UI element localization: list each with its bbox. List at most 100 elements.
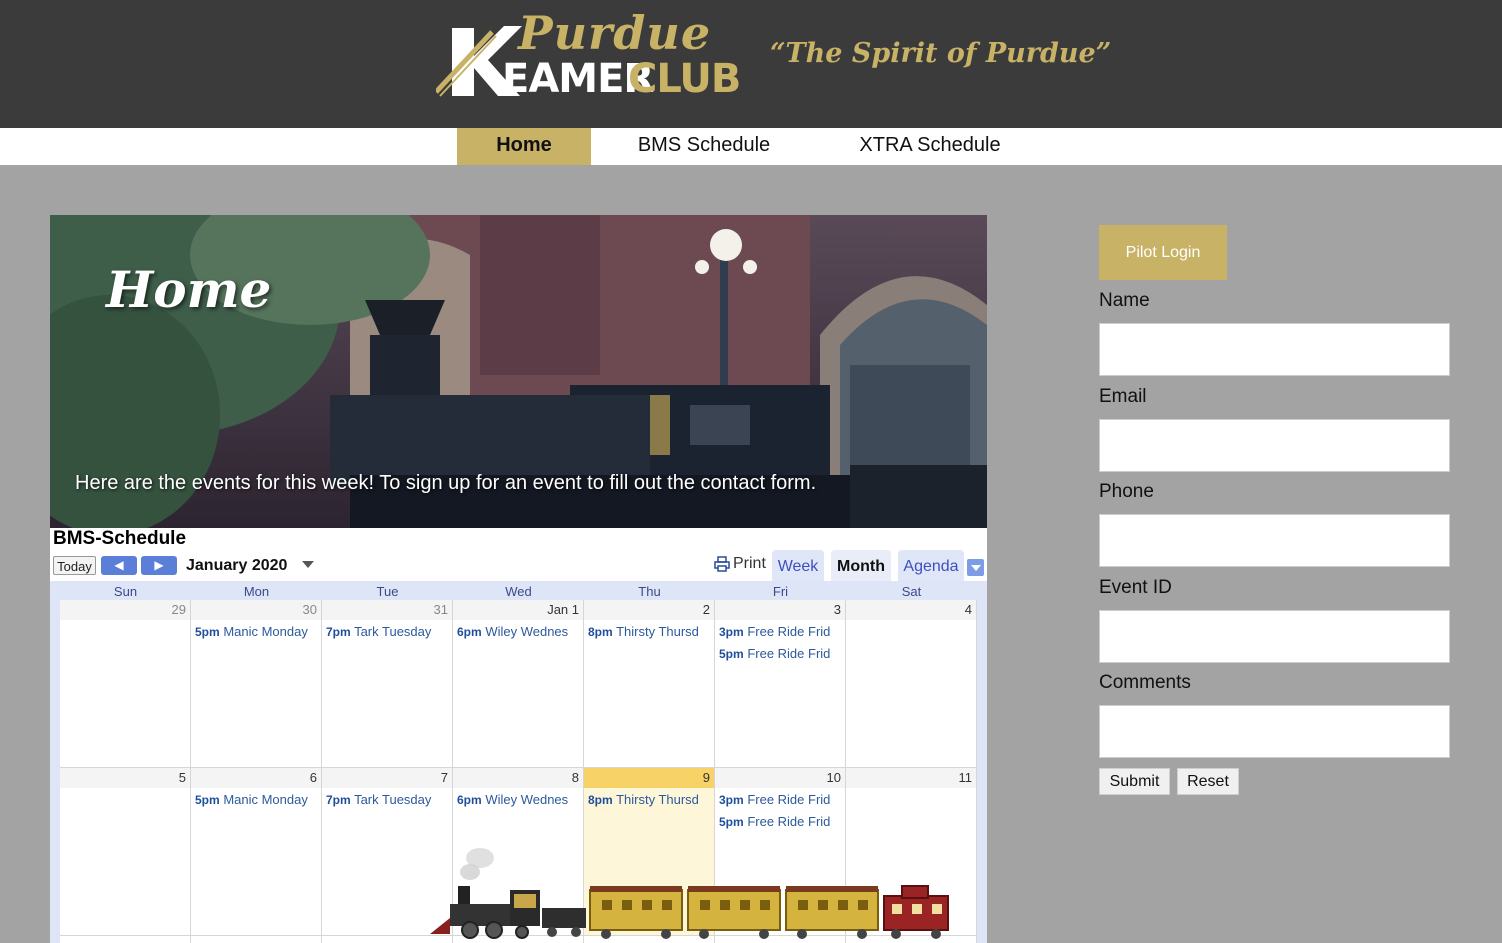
event-time: 3pm: [719, 625, 744, 639]
calendar-event[interactable]: 5pm Free Ride Frid: [719, 813, 843, 831]
day-number-bar: [715, 600, 845, 620]
today-button[interactable]: Today: [53, 556, 96, 575]
calendar-event[interactable]: 5pm Free Ride Frid: [719, 645, 843, 663]
day-number: 10: [826, 770, 841, 785]
event-time: 3pm: [719, 793, 744, 807]
day-of-week-header: Tue: [376, 584, 399, 599]
calendar-event[interactable]: 7pm Tark Tuesday: [326, 791, 450, 809]
phone-field[interactable]: [1099, 514, 1450, 567]
calendar-event[interactable]: 8pm Thirsty Thursd: [588, 623, 712, 641]
printer-icon: [714, 556, 730, 572]
pilot-login-button[interactable]: Pilot Login: [1099, 225, 1227, 280]
nav-item-bms-schedule[interactable]: BMS Schedule: [613, 128, 795, 165]
calendar-event[interactable]: 6pm Wiley Wednes: [457, 791, 581, 809]
calendar-event[interactable]: 3pm Free Ride Frid: [719, 791, 843, 809]
calendar-event[interactable]: 8pm Thirsty Thursd: [588, 791, 712, 809]
day-number-bar: [60, 600, 190, 620]
day-number-bar: [584, 768, 714, 788]
day-number-bar: [322, 768, 452, 788]
day-of-week-header: Fri: [772, 584, 789, 599]
calendar-day-cell[interactable]: 2 8pm Thirsty Thursd: [584, 600, 715, 768]
day-number-bar: [846, 768, 976, 788]
reset-button[interactable]: Reset: [1177, 768, 1239, 795]
calendar-event[interactable]: 7pm Tark Tuesday: [326, 623, 450, 641]
event-title: Free Ride Frid: [747, 792, 831, 807]
tab-week[interactable]: Week: [772, 550, 824, 581]
main-nav: Home BMS Schedule XTRA Schedule: [0, 128, 1502, 165]
hero-banner: Home Here are the events for this week! …: [50, 215, 987, 528]
calendar-day-cell[interactable]: 4: [846, 600, 977, 768]
phone-label: Phone: [1099, 481, 1154, 502]
calendar-day-cell[interactable]: Jan 1 6pm Wiley Wednes: [453, 600, 584, 768]
day-number-bar: [191, 768, 321, 788]
calendar-day-cell[interactable]: [191, 936, 322, 943]
name-field[interactable]: [1099, 323, 1450, 376]
name-label: Name: [1099, 290, 1150, 311]
nav-item-xtra-schedule[interactable]: XTRA Schedule: [832, 128, 1028, 165]
calendar-event[interactable]: 3pm Free Ride Frid: [719, 623, 843, 641]
day-number-bar: [715, 768, 845, 788]
day-number: Jan 1: [547, 602, 579, 617]
event-time: 7pm: [326, 793, 351, 807]
day-of-week-header: Mon: [243, 584, 270, 599]
calendar-day-cell[interactable]: 5: [60, 768, 191, 936]
month-dropdown-icon[interactable]: [302, 561, 314, 568]
event-time: 5pm: [195, 793, 220, 807]
day-number: 5: [178, 770, 186, 785]
comments-label: Comments: [1099, 672, 1191, 693]
logo-purdue-text: Purdue: [518, 6, 712, 60]
calendar-day-cell[interactable]: 29: [60, 600, 191, 768]
event-title: Thirsty Thursd: [616, 792, 699, 807]
day-number: 30: [302, 602, 317, 617]
print-label: Print: [733, 555, 766, 572]
day-number: 6: [309, 770, 317, 785]
nav-item-home[interactable]: Home: [457, 128, 591, 165]
day-number: 11: [958, 770, 973, 785]
calendar-event[interactable]: 5pm Manic Monday: [195, 623, 319, 641]
calendar-widget: BMS-Schedule Today ◀ ▶ January 2020 Prin…: [50, 528, 987, 943]
event-title: Thirsty Thursd: [616, 624, 699, 639]
day-number: 4: [964, 602, 972, 617]
calendar-day-cell[interactable]: 3 3pm Free Ride Frid 5pm Free Ride Frid: [715, 600, 846, 768]
calendar-event[interactable]: 6pm Wiley Wednes: [457, 623, 581, 641]
event-time: 5pm: [719, 647, 744, 661]
day-number: 9: [702, 770, 710, 785]
calendar-event[interactable]: 5pm Manic Monday: [195, 791, 319, 809]
day-number: 29: [171, 602, 186, 617]
event-title: Free Ride Frid: [747, 646, 831, 661]
site-header: Purdue EAMER CLUB “The Spirit of Purdue”: [0, 0, 1502, 128]
day-number-bar: [322, 600, 452, 620]
email-field[interactable]: [1099, 419, 1450, 472]
day-of-week-header: Sun: [113, 584, 138, 599]
event-id-label: Event ID: [1099, 577, 1172, 598]
comments-field[interactable]: [1099, 705, 1450, 758]
day-of-week-header: Wed: [505, 584, 532, 599]
view-dropdown-icon[interactable]: [967, 559, 984, 576]
event-title: Manic Monday: [223, 624, 308, 639]
day-number-bar: [584, 600, 714, 620]
event-title: Wiley Wednes: [485, 792, 569, 807]
day-number-bar: [191, 600, 321, 620]
next-month-button[interactable]: ▶: [141, 556, 177, 575]
next-arrow-icon: ▶: [154, 558, 164, 572]
submit-button[interactable]: Submit: [1099, 768, 1170, 795]
event-time: 5pm: [719, 815, 744, 829]
tab-agenda[interactable]: Agenda: [898, 550, 964, 581]
day-number: 31: [433, 602, 448, 617]
event-time: 7pm: [326, 625, 351, 639]
site-tagline: “The Spirit of Purdue”: [770, 38, 1112, 69]
calendar-day-cell[interactable]: 31 7pm Tark Tuesday: [322, 600, 453, 768]
event-id-field[interactable]: [1099, 610, 1450, 663]
prev-month-button[interactable]: ◀: [101, 556, 137, 575]
event-time: 6pm: [457, 793, 482, 807]
calendar-day-cell[interactable]: 30 5pm Manic Monday: [191, 600, 322, 768]
day-of-week-header: Thu: [638, 584, 661, 599]
event-title: Free Ride Frid: [747, 814, 831, 829]
print-button[interactable]: Print: [714, 555, 766, 573]
month-label: January 2020: [186, 557, 288, 574]
tab-month[interactable]: Month: [831, 550, 891, 581]
calendar-day-cell[interactable]: 6 5pm Manic Monday: [191, 768, 322, 936]
hero-caption: Here are the events for this week! To si…: [75, 472, 817, 494]
day-number: 7: [440, 770, 448, 785]
calendar-day-cell[interactable]: [60, 936, 191, 943]
